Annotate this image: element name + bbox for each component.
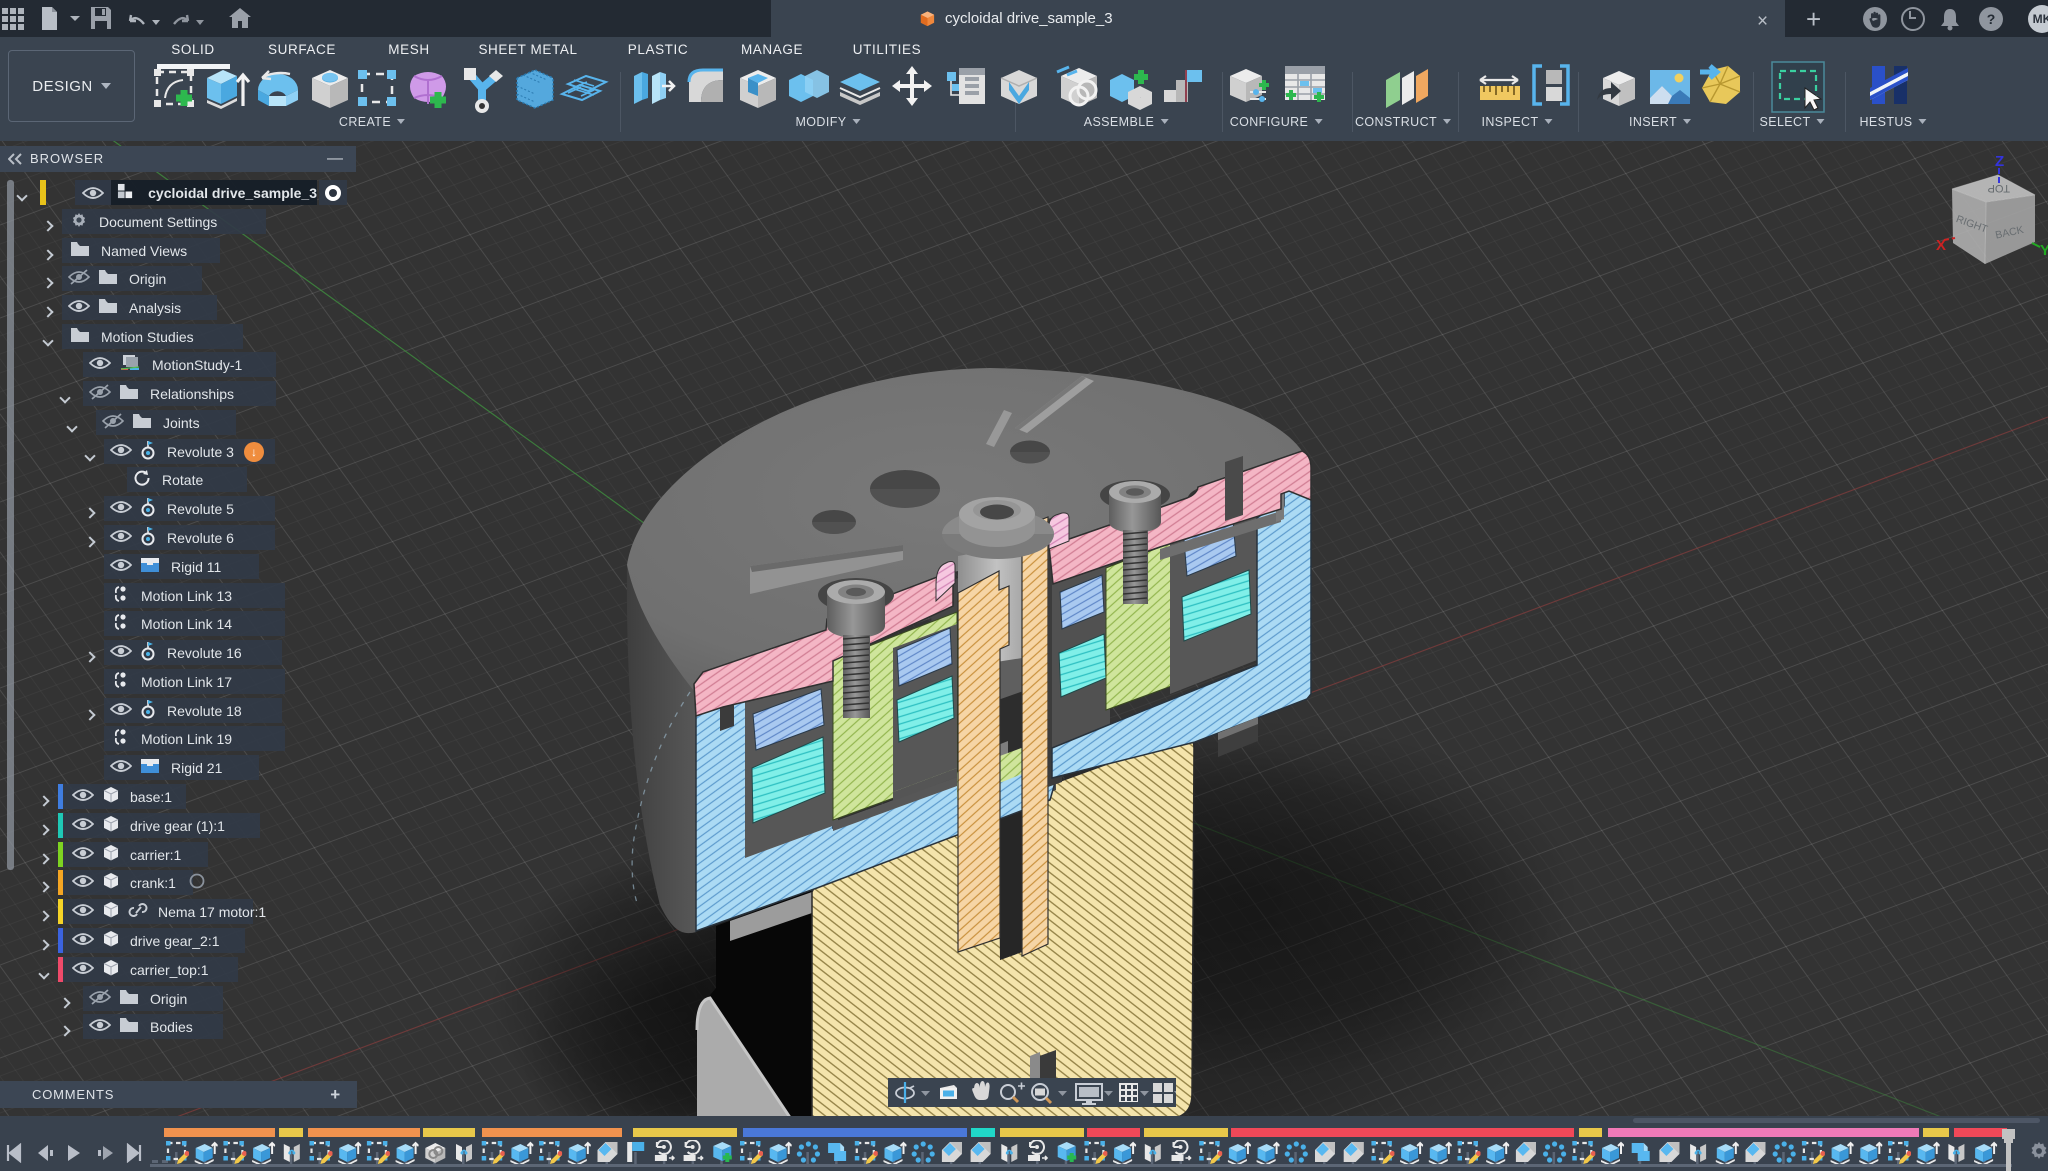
svg-text:TOP: TOP: [1988, 182, 2010, 194]
svg-text:Z: Z: [1995, 153, 2004, 170]
svg-text:Y: Y: [2040, 242, 2048, 259]
